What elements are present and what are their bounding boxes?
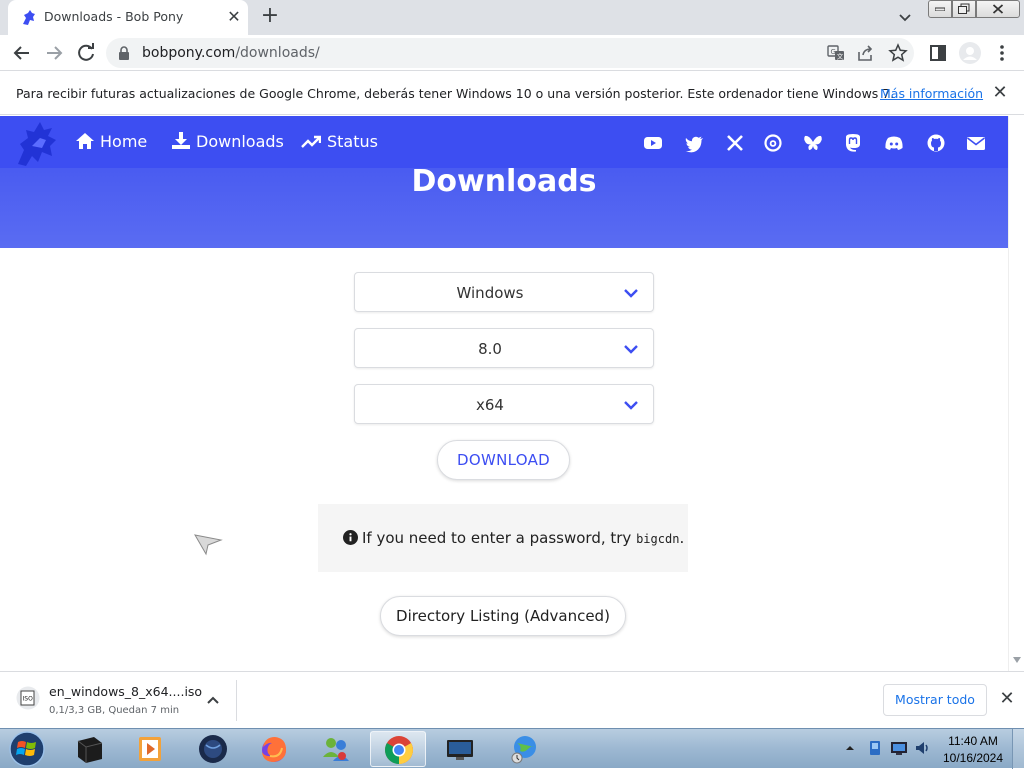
taskbar-dark-globe[interactable] xyxy=(185,731,241,767)
svg-text:文: 文 xyxy=(837,52,844,61)
bobpony-logo-icon[interactable] xyxy=(12,120,64,170)
twitter-icon[interactable] xyxy=(684,133,704,153)
url-text: bobpony.com/downloads/ xyxy=(142,45,320,61)
bobpony-favicon-icon xyxy=(23,10,35,25)
iso-file-icon: ISO xyxy=(16,686,40,710)
reload-icon[interactable] xyxy=(74,41,98,65)
github-icon[interactable] xyxy=(926,133,946,153)
infobar-message: Para recibir futuras actualizaciones de … xyxy=(16,86,895,101)
nav-home-link[interactable]: Home xyxy=(76,132,147,151)
windows-start-icon[interactable] xyxy=(6,730,48,768)
show-all-button[interactable]: Mostrar todo xyxy=(883,684,987,716)
taskbar-media-player[interactable] xyxy=(122,731,178,767)
chevron-up-icon[interactable] xyxy=(203,690,223,710)
address-bar[interactable]: bobpony.com/downloads/ G 文 xyxy=(106,38,914,68)
windows-taskbar: 11:40 AM 10/16/2024 xyxy=(0,728,1024,769)
chevron-down-icon xyxy=(624,401,638,410)
youtube-icon[interactable] xyxy=(643,133,663,153)
terminal-icon xyxy=(77,737,103,763)
users-icon xyxy=(323,738,349,761)
home-icon xyxy=(76,133,94,149)
taskbar-chrome[interactable] xyxy=(370,731,426,767)
download-shelf: ISO en_windows_8_x64....iso 0,1/3,3 GB, … xyxy=(0,671,1024,728)
password-notice: If you need to enter a password, try big… xyxy=(318,504,688,572)
globe-dark-icon xyxy=(199,735,227,763)
taskbar-users[interactable] xyxy=(308,731,364,767)
threads-icon[interactable] xyxy=(763,133,783,153)
browser-tab[interactable]: Downloads - Bob Pony ✕ xyxy=(8,0,248,35)
download-button[interactable]: DOWNLOAD xyxy=(437,440,570,480)
x-icon[interactable] xyxy=(725,133,745,153)
os-select[interactable]: Windows xyxy=(354,272,654,312)
mouse-pointer-icon xyxy=(194,534,223,556)
download-status: 0,1/3,3 GB, Quedan 7 min xyxy=(49,705,180,716)
side-panel-icon[interactable] xyxy=(926,41,950,65)
mastodon-icon[interactable] xyxy=(843,133,863,153)
network-globe-icon xyxy=(511,736,536,764)
download-filename[interactable]: en_windows_8_x64....iso xyxy=(49,684,202,699)
tab-title: Downloads - Bob Pony xyxy=(44,9,184,24)
os-select-value: Windows xyxy=(456,284,524,302)
clock-time[interactable]: 11:40 AM xyxy=(940,734,1006,748)
taskbar-firefox[interactable] xyxy=(246,731,302,767)
taskbar-monitor[interactable] xyxy=(432,731,488,767)
version-select-value: 8.0 xyxy=(478,340,502,358)
trend-icon xyxy=(301,135,322,148)
chevron-down-icon xyxy=(624,289,638,298)
architecture-select-value: x64 xyxy=(476,396,504,414)
taskbar-terminal[interactable] xyxy=(62,731,118,767)
password-code: bigcdn xyxy=(636,532,680,546)
directory-listing-button[interactable]: Directory Listing (Advanced) xyxy=(380,596,626,636)
bookmark-star-icon[interactable] xyxy=(888,43,908,63)
page-title: Downloads xyxy=(411,164,597,199)
tab-close-icon[interactable]: ✕ xyxy=(224,7,244,27)
show-desktop-button[interactable] xyxy=(1012,729,1024,769)
forward-arrow-icon[interactable] xyxy=(42,41,66,65)
tray-device-icon[interactable] xyxy=(866,739,884,757)
web-page: Home Downloads Status Downloads Windows … xyxy=(0,116,1008,671)
architecture-select[interactable]: x64 xyxy=(354,384,654,424)
email-icon[interactable] xyxy=(966,133,986,153)
tab-strip: Downloads - Bob Pony ✕ + xyxy=(0,0,1024,35)
menu-kebab-icon[interactable] xyxy=(990,41,1014,65)
clock-date[interactable]: 10/16/2024 xyxy=(940,751,1006,765)
tab-search-chevron-icon[interactable] xyxy=(894,7,916,29)
discord-icon[interactable] xyxy=(884,133,904,153)
shelf-divider xyxy=(236,680,237,721)
scroll-down-arrow-icon[interactable] xyxy=(1013,656,1021,664)
translate-icon[interactable]: G 文 xyxy=(826,43,846,63)
tray-volume-icon[interactable] xyxy=(914,739,932,757)
taskbar-network-globe[interactable] xyxy=(496,731,552,767)
notice-text: If you need to enter a password, try big… xyxy=(362,529,685,547)
nav-downloads-link[interactable]: Downloads xyxy=(172,132,284,151)
svg-text:ISO: ISO xyxy=(23,696,34,703)
window-minimize-button[interactable] xyxy=(928,0,952,18)
more-info-link[interactable]: Más información xyxy=(880,86,983,101)
window-close-button[interactable] xyxy=(976,0,1020,18)
share-icon[interactable] xyxy=(856,43,876,63)
nav-status-link[interactable]: Status xyxy=(301,132,378,151)
back-arrow-icon[interactable] xyxy=(10,41,34,65)
version-select[interactable]: 8.0 xyxy=(354,328,654,368)
download-icon xyxy=(172,132,190,149)
bluesky-icon[interactable] xyxy=(803,133,823,153)
chevron-down-icon xyxy=(624,345,638,354)
lock-icon[interactable] xyxy=(118,46,130,60)
new-tab-button[interactable]: + xyxy=(258,5,282,29)
page-scrollbar[interactable] xyxy=(1008,116,1024,671)
firefox-icon xyxy=(262,737,287,762)
site-navbar: Home Downloads Status xyxy=(0,116,1008,168)
monitor-icon xyxy=(447,740,473,760)
update-infobar: Para recibir futuras actualizaciones de … xyxy=(0,71,1024,115)
info-circle-icon xyxy=(343,530,358,545)
shelf-close-icon[interactable]: ✕ xyxy=(996,688,1018,710)
window-restore-button[interactable] xyxy=(952,0,976,18)
browser-toolbar: bobpony.com/downloads/ G 文 xyxy=(0,35,1024,71)
tray-overflow-arrow-icon[interactable] xyxy=(844,739,856,757)
infobar-close-icon[interactable]: ✕ xyxy=(990,83,1010,103)
chrome-icon xyxy=(385,736,413,764)
profile-avatar-icon[interactable] xyxy=(958,41,982,65)
tray-network-icon[interactable] xyxy=(890,739,908,757)
media-player-icon xyxy=(139,737,161,761)
